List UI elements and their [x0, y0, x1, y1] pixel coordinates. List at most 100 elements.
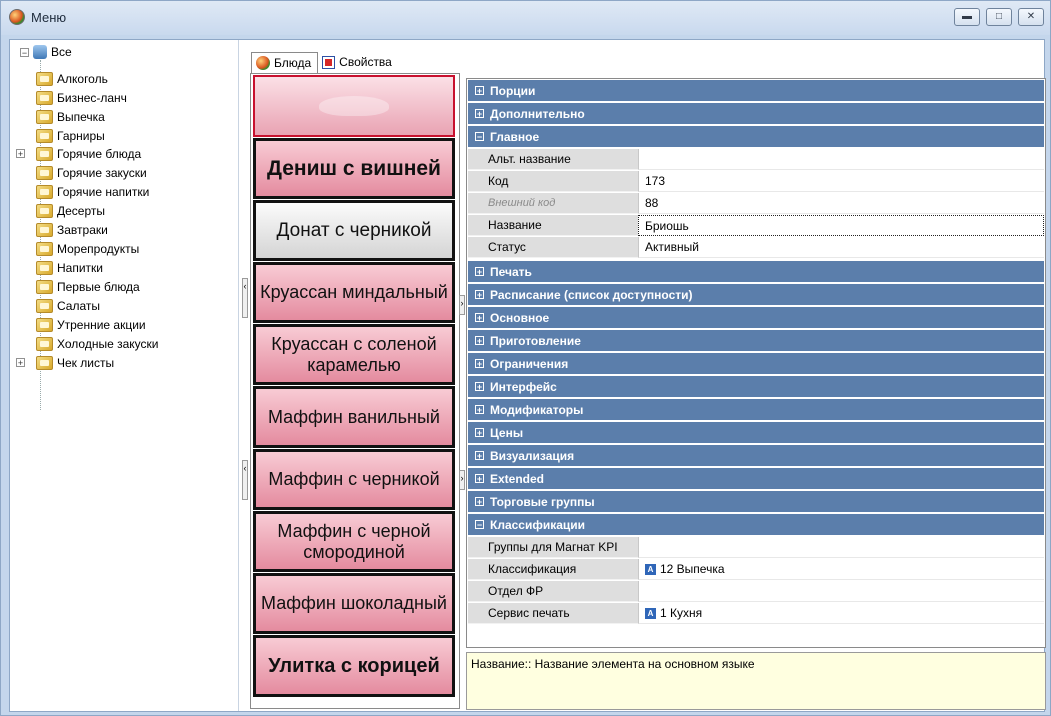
tree-item[interactable]: Напитки	[36, 258, 103, 277]
property-value[interactable]: Активный	[638, 237, 1044, 258]
tree-item[interactable]: Горячие закуски	[36, 163, 147, 182]
tree-item[interactable]: Бизнес-ланч	[36, 88, 127, 107]
dish-button[interactable]: Улитка с корицей	[253, 635, 455, 697]
folder-icon	[36, 317, 53, 332]
tree-item[interactable]: Завтраки	[36, 220, 108, 239]
property-value[interactable]: A 12 Выпечка	[638, 559, 1044, 580]
right-splitter-bottom[interactable]: ›	[459, 470, 465, 490]
property-value[interactable]: 88	[638, 193, 1044, 214]
category-extra[interactable]: + Дополнительно	[468, 103, 1044, 124]
expand-icon[interactable]: +	[475, 497, 484, 507]
dish-button[interactable]: Маффин шоколадный	[253, 573, 455, 634]
expand-icon[interactable]: +	[475, 336, 484, 346]
left-splitter-top[interactable]: ‹	[242, 278, 248, 318]
expand-icon[interactable]: +	[16, 149, 25, 159]
property-value[interactable]: A 1 Кухня	[638, 603, 1044, 624]
category-label: Приготовление	[490, 333, 581, 348]
expand-icon[interactable]: +	[475, 451, 484, 461]
property-row-kpi-groups[interactable]: Группы для Магнат KPI	[468, 537, 1044, 558]
property-value[interactable]: 173	[638, 171, 1044, 192]
tree-item[interactable]: Морепродукты	[36, 239, 139, 258]
property-row-code[interactable]: Код 173	[468, 171, 1044, 192]
dish-button[interactable]: Дениш с вишней	[253, 138, 455, 199]
tab-properties-label: Свойства	[339, 55, 392, 69]
category-portions[interactable]: + Порции	[468, 80, 1044, 101]
tab-properties[interactable]: Свойства	[318, 52, 398, 72]
category-trade-groups[interactable]: + Торговые группы	[468, 491, 1044, 512]
property-row-name[interactable]: Название Бриошь	[468, 215, 1044, 236]
category-tree[interactable]: − Все Алкоголь Бизнес-ланч Выпечка Гарниры +…	[10, 40, 239, 711]
maximize-button[interactable]: □	[986, 8, 1012, 26]
tree-item[interactable]: Холодные закуски	[36, 334, 158, 353]
property-row-classification[interactable]: Классификация A 12 Выпечка	[468, 559, 1044, 580]
tree-item[interactable]: + Горячие блюда	[16, 144, 141, 163]
property-value[interactable]	[638, 537, 1044, 558]
category-prices[interactable]: + Цены	[468, 422, 1044, 443]
expand-icon[interactable]: +	[475, 382, 484, 392]
dish-button[interactable]: Круассан с соленой карамелью	[253, 324, 455, 385]
close-icon: ✕	[1026, 11, 1036, 22]
tree-item[interactable]: Десерты	[36, 201, 105, 220]
dish-button[interactable]: Маффин с черной смородиной	[253, 511, 455, 572]
expand-icon[interactable]: +	[475, 109, 484, 119]
expand-icon[interactable]: +	[475, 86, 484, 96]
property-grid[interactable]: + Порции + Дополнительно − Главное Альт. на…	[466, 78, 1046, 648]
category-main[interactable]: − Главное	[468, 126, 1044, 147]
minimize-button[interactable]: ▬	[954, 8, 980, 26]
dish-button[interactable]: Круассан миндальный	[253, 262, 455, 323]
name-value-field[interactable]: Бриошь	[638, 215, 1044, 236]
tree-item[interactable]: Гарниры	[36, 126, 105, 145]
tree-item[interactable]: Горячие напитки	[36, 182, 149, 201]
tree-item[interactable]: Алкоголь	[36, 69, 108, 88]
collapse-icon[interactable]: −	[475, 132, 484, 142]
category-print[interactable]: + Печать	[468, 261, 1044, 282]
category-extended[interactable]: + Extended	[468, 468, 1044, 489]
category-basic[interactable]: + Основное	[468, 307, 1044, 328]
print-service-value: 1 Кухня	[660, 606, 703, 620]
expand-icon[interactable]: +	[475, 474, 484, 484]
property-row-alt-name[interactable]: Альт. название	[468, 149, 1044, 170]
category-modifiers[interactable]: + Модификаторы	[468, 399, 1044, 420]
category-visual[interactable]: + Визуализация	[468, 445, 1044, 466]
tree-item[interactable]: Первые блюда	[36, 277, 140, 296]
left-splitter-bottom[interactable]: ‹	[242, 460, 248, 500]
category-schedule[interactable]: + Расписание (список доступности)	[468, 284, 1044, 305]
category-limits[interactable]: + Ограничения	[468, 353, 1044, 374]
tree-item[interactable]: Выпечка	[36, 107, 105, 126]
close-button[interactable]: ✕	[1018, 8, 1044, 26]
dish-button-selected[interactable]	[253, 75, 455, 137]
expand-icon[interactable]: +	[16, 358, 25, 368]
dish-button[interactable]: Донат с черникой	[253, 200, 455, 261]
dish-button[interactable]: Маффин ванильный	[253, 386, 455, 448]
expand-icon[interactable]: +	[475, 359, 484, 369]
folder-icon	[36, 203, 53, 218]
right-splitter-top[interactable]: ›	[459, 295, 465, 315]
expand-icon[interactable]: +	[475, 290, 484, 300]
dish-image-icon	[319, 96, 389, 116]
property-row-print-service[interactable]: Сервис печать A 1 Кухня	[468, 603, 1044, 624]
collapse-icon[interactable]: −	[20, 47, 29, 57]
collapse-icon[interactable]: −	[475, 520, 484, 530]
tree-item[interactable]: Утренние акции	[36, 315, 146, 334]
reference-icon: A	[645, 607, 656, 619]
property-value[interactable]	[638, 149, 1044, 170]
window-title: Меню	[31, 10, 67, 25]
category-interface[interactable]: + Интерфейс	[468, 376, 1044, 397]
tab-dishes[interactable]: Блюда	[251, 51, 319, 73]
title-bar[interactable]: Меню ▬ □ ✕	[1, 1, 1050, 35]
property-value[interactable]	[638, 581, 1044, 602]
category-label: Цены	[490, 425, 524, 440]
expand-icon[interactable]: +	[475, 405, 484, 415]
dish-button[interactable]: Маффин с черникой	[253, 449, 455, 510]
property-row-status[interactable]: Статус Активный	[468, 237, 1044, 258]
tree-item[interactable]: + Чек листы	[16, 353, 114, 372]
expand-icon[interactable]: +	[475, 313, 484, 323]
tree-root[interactable]: − Все	[20, 44, 72, 60]
expand-icon[interactable]: +	[475, 267, 484, 277]
category-cooking[interactable]: + Приготовление	[468, 330, 1044, 351]
tree-item[interactable]: Салаты	[36, 296, 100, 315]
property-row-external-code[interactable]: Внешний код 88	[468, 193, 1044, 214]
property-row-department[interactable]: Отдел ФР	[468, 581, 1044, 602]
category-classifications[interactable]: − Классификации	[468, 514, 1044, 535]
expand-icon[interactable]: +	[475, 428, 484, 438]
